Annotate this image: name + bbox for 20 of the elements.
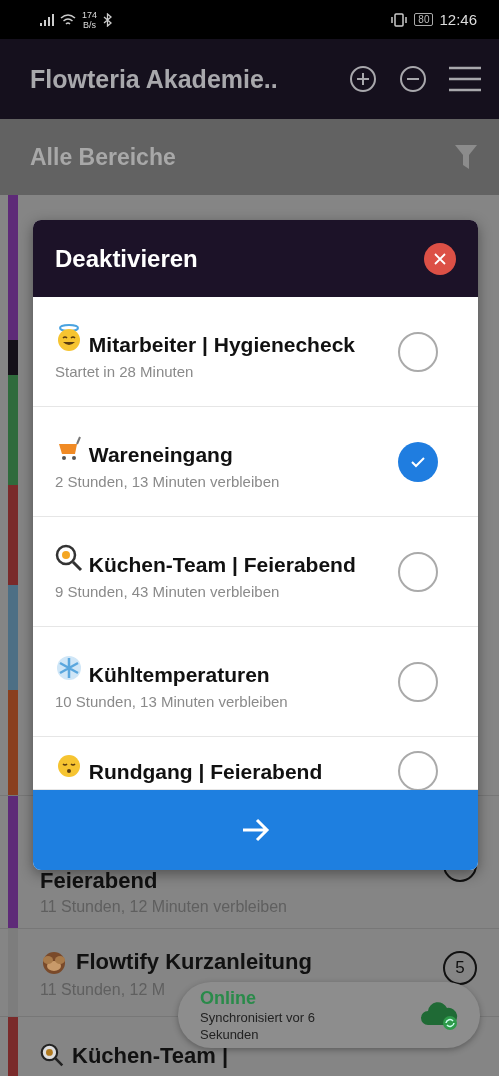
- network-speed-unit: B/s: [83, 19, 96, 30]
- sync-message: Synchronisiert vor 6 Sekunden: [200, 1008, 316, 1043]
- task-title: Flowtify Kurzanleitung: [76, 950, 312, 974]
- task-title: Mitarbeiter | Hygienecheck: [55, 323, 398, 359]
- online-status: Online: [200, 987, 257, 1009]
- task-title: Wareneingang: [55, 433, 398, 469]
- task-title: Rundgang | Feierabend: [55, 751, 398, 786]
- task-time-remaining: Startet in 28 Minuten: [55, 362, 195, 380]
- battery-level: 80: [414, 13, 434, 26]
- task-title: Küchen-Team |: [72, 1043, 229, 1067]
- task-title: Kühltemperaturen: [55, 653, 398, 689]
- app-title: Flowteria Akademie..: [30, 64, 279, 94]
- task-time-remaining: 2 Stunden, 13 Minuten verbleiben: [55, 472, 281, 490]
- task-time-remaining: 10 Stunden, 13 Minuten verbleiben: [55, 692, 289, 710]
- task-title: Küchen-Team | Feierabend: [55, 543, 398, 579]
- dialog-title: Deaktivieren: [55, 244, 198, 273]
- network-speed: 174: [82, 9, 98, 20]
- clock-time: 12:46: [439, 11, 477, 28]
- task-title: Feierabend: [40, 869, 158, 893]
- task-time-remaining: 9 Stunden, 43 Minuten verbleiben: [55, 582, 281, 600]
